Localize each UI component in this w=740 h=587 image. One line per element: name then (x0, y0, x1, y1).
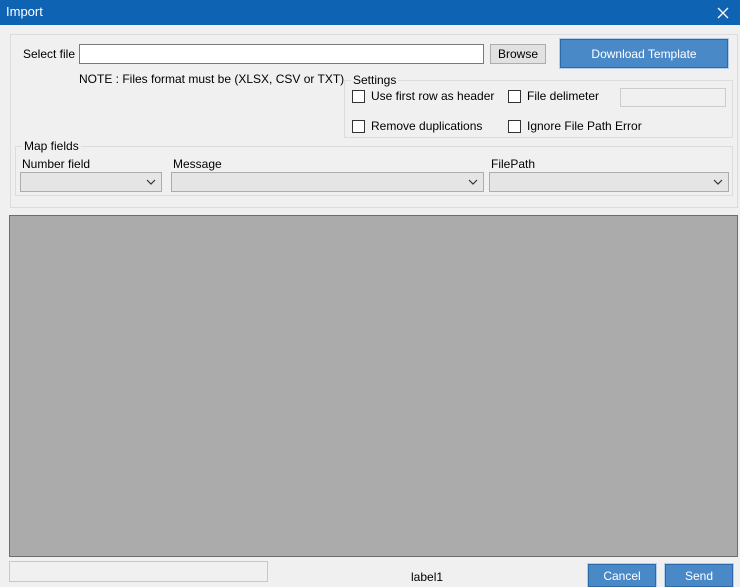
number-field-label: Number field (22, 157, 91, 171)
cancel-button[interactable]: Cancel (588, 564, 656, 587)
filepath-select[interactable] (489, 172, 729, 192)
data-preview-grid[interactable] (9, 215, 738, 557)
browse-button[interactable]: Browse (490, 44, 546, 64)
file-delimiter-checkbox-box[interactable] (508, 89, 521, 103)
file-delimiter-input[interactable] (620, 88, 726, 107)
file-path-input[interactable] (79, 44, 484, 64)
import-options-panel: Select file Browse Download Template NOT… (10, 34, 738, 208)
filepath-label: FilePath (491, 157, 536, 171)
send-button[interactable]: Send (665, 564, 733, 587)
remove-duplications-label: Remove duplications (371, 119, 483, 133)
file-format-note: NOTE : Files format must be (XLSX, CSV o… (79, 72, 345, 86)
file-delimiter-checkbox[interactable]: File delimeter (508, 89, 599, 103)
map-fields-group: Map fields Number field Message FilePath (15, 139, 733, 196)
title-bar: Import (0, 0, 740, 25)
settings-group-title: Settings (351, 73, 399, 87)
file-delimiter-label: File delimeter (527, 89, 600, 103)
window-title: Import (6, 4, 43, 19)
remove-duplications-checkbox-box[interactable] (352, 119, 365, 133)
ignore-path-error-checkbox[interactable]: Ignore File Path Error (508, 119, 642, 133)
status-textbox (9, 561, 268, 582)
ignore-path-error-label: Ignore File Path Error (527, 119, 642, 133)
use-first-row-label: Use first row as header (371, 89, 495, 103)
chevron-down-icon (468, 179, 478, 185)
chevron-down-icon (713, 179, 723, 185)
settings-group: Settings Use first row as header File de… (344, 73, 733, 138)
select-file-label: Select file (23, 47, 76, 61)
label1: label1 (411, 570, 444, 584)
close-icon (717, 7, 729, 18)
remove-duplications-checkbox[interactable]: Remove duplications (352, 119, 482, 133)
number-field-select[interactable] (20, 172, 162, 192)
message-label: Message (173, 157, 222, 171)
use-first-row-checkbox[interactable]: Use first row as header (352, 89, 494, 103)
use-first-row-checkbox-box[interactable] (352, 89, 365, 103)
map-fields-group-title: Map fields (22, 139, 81, 153)
message-select[interactable] (171, 172, 484, 192)
ignore-path-error-checkbox-box[interactable] (508, 119, 521, 133)
chevron-down-icon (146, 179, 156, 185)
download-template-button[interactable]: Download Template (560, 39, 728, 68)
close-button[interactable] (706, 0, 740, 25)
